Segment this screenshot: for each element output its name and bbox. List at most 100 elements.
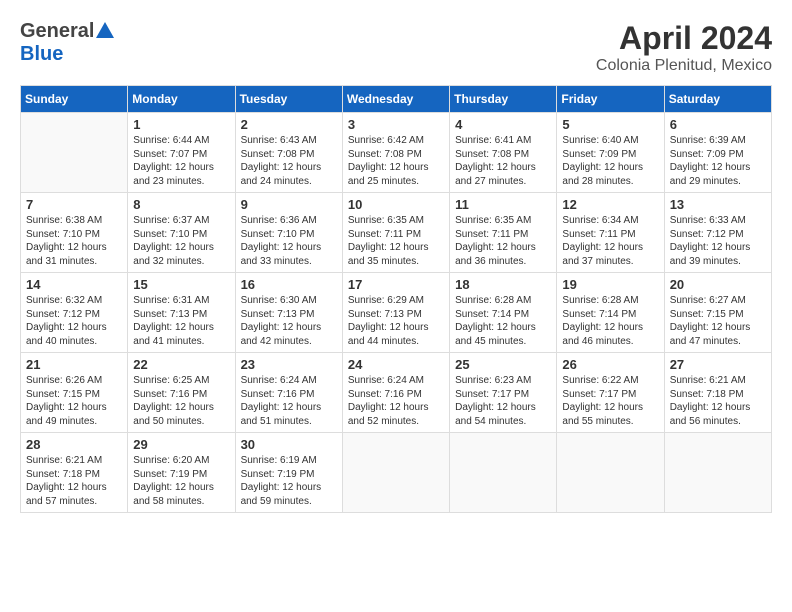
week-row-1: 1 Sunrise: 6:44 AM Sunset: 7:07 PM Daylig… (21, 113, 772, 193)
day-number: 6 (670, 117, 766, 132)
day-cell: 22 Sunrise: 6:25 AM Sunset: 7:16 PM Dayli… (128, 353, 235, 433)
calendar-title: April 2024 (596, 20, 772, 57)
day-number: 8 (133, 197, 229, 212)
logo: General Blue (20, 20, 114, 66)
day-cell (21, 113, 128, 193)
day-info: Sunrise: 6:29 AM Sunset: 7:13 PM Dayligh… (348, 294, 444, 348)
weekday-header-monday: Monday (128, 86, 235, 113)
day-number: 20 (670, 277, 766, 292)
day-cell: 8 Sunrise: 6:37 AM Sunset: 7:10 PM Daylig… (128, 193, 235, 273)
day-cell (557, 433, 664, 513)
day-number: 21 (26, 357, 122, 372)
day-number: 10 (348, 197, 444, 212)
day-number: 22 (133, 357, 229, 372)
day-number: 28 (26, 437, 122, 452)
day-cell: 7 Sunrise: 6:38 AM Sunset: 7:10 PM Daylig… (21, 193, 128, 273)
day-cell: 18Sunrise: 6:28 AM Sunset: 7:14 PM Dayli… (450, 273, 557, 353)
day-info: Sunrise: 6:44 AM Sunset: 7:07 PM Dayligh… (133, 134, 229, 188)
calendar-location: Colonia Plenitud, Mexico (596, 57, 772, 75)
day-number: 3 (348, 117, 444, 132)
day-cell: 21 Sunrise: 6:26 AM Sunset: 7:15 PM Dayli… (21, 353, 128, 433)
day-info: Sunrise: 6:36 AM Sunset: 7:10 PM Dayligh… (241, 214, 337, 268)
day-number: 25 (455, 357, 551, 372)
day-number: 2 (241, 117, 337, 132)
day-info: Sunrise: 6:30 AM Sunset: 7:13 PM Dayligh… (241, 294, 337, 348)
day-cell: 30 Sunrise: 6:19 AM Sunset: 7:19 PM Dayli… (235, 433, 342, 513)
day-info: Sunrise: 6:26 AM Sunset: 7:15 PM Dayligh… (26, 374, 122, 428)
day-number: 29 (133, 437, 229, 452)
day-number: 11 (455, 197, 551, 212)
day-number: 23 (241, 357, 337, 372)
day-info: Sunrise: 6:19 AM Sunset: 7:19 PM Dayligh… (241, 454, 337, 508)
day-info: Sunrise: 6:28 AM Sunset: 7:14 PM Dayligh… (562, 294, 658, 348)
day-info: Sunrise: 6:23 AM Sunset: 7:17 PM Dayligh… (455, 374, 551, 428)
day-cell: 9 Sunrise: 6:36 AM Sunset: 7:10 PM Daylig… (235, 193, 342, 273)
logo-general-text: General (20, 20, 94, 43)
day-number: 27 (670, 357, 766, 372)
day-info: Sunrise: 6:39 AM Sunset: 7:09 PM Dayligh… (670, 134, 766, 188)
logo-triangle-icon (96, 22, 114, 38)
logo-blue-text: Blue (20, 43, 63, 66)
day-info: Sunrise: 6:31 AM Sunset: 7:13 PM Dayligh… (133, 294, 229, 348)
weekday-header-row: SundayMondayTuesdayWednesdayThursdayFrid… (21, 86, 772, 113)
day-cell: 1 Sunrise: 6:44 AM Sunset: 7:07 PM Daylig… (128, 113, 235, 193)
day-number: 5 (562, 117, 658, 132)
day-cell: 24 Sunrise: 6:24 AM Sunset: 7:16 PM Dayli… (342, 353, 449, 433)
day-cell: 15Sunrise: 6:31 AM Sunset: 7:13 PM Dayli… (128, 273, 235, 353)
day-number: 9 (241, 197, 337, 212)
weekday-header-sunday: Sunday (21, 86, 128, 113)
week-row-4: 21 Sunrise: 6:26 AM Sunset: 7:15 PM Dayli… (21, 353, 772, 433)
day-number: 7 (26, 197, 122, 212)
title-area: April 2024 Colonia Plenitud, Mexico (596, 20, 772, 75)
day-cell (450, 433, 557, 513)
day-number: 16 (241, 277, 337, 292)
day-info: Sunrise: 6:25 AM Sunset: 7:16 PM Dayligh… (133, 374, 229, 428)
day-cell (664, 433, 771, 513)
day-number: 26 (562, 357, 658, 372)
day-number: 24 (348, 357, 444, 372)
day-number: 13 (670, 197, 766, 212)
weekday-header-thursday: Thursday (450, 86, 557, 113)
day-number: 17 (348, 277, 444, 292)
day-cell: 12 Sunrise: 6:34 AM Sunset: 7:11 PM Dayli… (557, 193, 664, 273)
day-info: Sunrise: 6:32 AM Sunset: 7:12 PM Dayligh… (26, 294, 122, 348)
day-info: Sunrise: 6:40 AM Sunset: 7:09 PM Dayligh… (562, 134, 658, 188)
day-info: Sunrise: 6:22 AM Sunset: 7:17 PM Dayligh… (562, 374, 658, 428)
day-cell: 6 Sunrise: 6:39 AM Sunset: 7:09 PM Daylig… (664, 113, 771, 193)
day-number: 30 (241, 437, 337, 452)
weekday-header-friday: Friday (557, 86, 664, 113)
day-cell: 13Sunrise: 6:33 AM Sunset: 7:12 PM Dayli… (664, 193, 771, 273)
day-info: Sunrise: 6:38 AM Sunset: 7:10 PM Dayligh… (26, 214, 122, 268)
day-info: Sunrise: 6:35 AM Sunset: 7:11 PM Dayligh… (455, 214, 551, 268)
day-cell: 28 Sunrise: 6:21 AM Sunset: 7:18 PM Dayli… (21, 433, 128, 513)
day-info: Sunrise: 6:41 AM Sunset: 7:08 PM Dayligh… (455, 134, 551, 188)
day-cell: 3Sunrise: 6:42 AM Sunset: 7:08 PM Daylig… (342, 113, 449, 193)
day-number: 1 (133, 117, 229, 132)
day-cell: 10 Sunrise: 6:35 AM Sunset: 7:11 PM Dayli… (342, 193, 449, 273)
day-cell: 29Sunrise: 6:20 AM Sunset: 7:19 PM Dayli… (128, 433, 235, 513)
day-info: Sunrise: 6:35 AM Sunset: 7:11 PM Dayligh… (348, 214, 444, 268)
day-info: Sunrise: 6:24 AM Sunset: 7:16 PM Dayligh… (348, 374, 444, 428)
day-cell: 4Sunrise: 6:41 AM Sunset: 7:08 PM Daylig… (450, 113, 557, 193)
day-cell: 25 Sunrise: 6:23 AM Sunset: 7:17 PM Dayli… (450, 353, 557, 433)
day-cell (342, 433, 449, 513)
week-row-5: 28 Sunrise: 6:21 AM Sunset: 7:18 PM Dayli… (21, 433, 772, 513)
day-cell: 16 Sunrise: 6:30 AM Sunset: 7:13 PM Dayli… (235, 273, 342, 353)
header: General Blue April 2024 Colonia Plenitud… (20, 20, 772, 75)
weekday-header-tuesday: Tuesday (235, 86, 342, 113)
day-info: Sunrise: 6:28 AM Sunset: 7:14 PM Dayligh… (455, 294, 551, 348)
day-info: Sunrise: 6:37 AM Sunset: 7:10 PM Dayligh… (133, 214, 229, 268)
week-row-3: 14 Sunrise: 6:32 AM Sunset: 7:12 PM Dayli… (21, 273, 772, 353)
day-info: Sunrise: 6:43 AM Sunset: 7:08 PM Dayligh… (241, 134, 337, 188)
day-cell: 27Sunrise: 6:21 AM Sunset: 7:18 PM Dayli… (664, 353, 771, 433)
day-number: 12 (562, 197, 658, 212)
day-info: Sunrise: 6:21 AM Sunset: 7:18 PM Dayligh… (26, 454, 122, 508)
day-cell: 5 Sunrise: 6:40 AM Sunset: 7:09 PM Daylig… (557, 113, 664, 193)
day-info: Sunrise: 6:24 AM Sunset: 7:16 PM Dayligh… (241, 374, 337, 428)
day-info: Sunrise: 6:27 AM Sunset: 7:15 PM Dayligh… (670, 294, 766, 348)
day-cell: 26 Sunrise: 6:22 AM Sunset: 7:17 PM Dayli… (557, 353, 664, 433)
day-info: Sunrise: 6:34 AM Sunset: 7:11 PM Dayligh… (562, 214, 658, 268)
day-number: 19 (562, 277, 658, 292)
week-row-2: 7 Sunrise: 6:38 AM Sunset: 7:10 PM Daylig… (21, 193, 772, 273)
day-number: 14 (26, 277, 122, 292)
